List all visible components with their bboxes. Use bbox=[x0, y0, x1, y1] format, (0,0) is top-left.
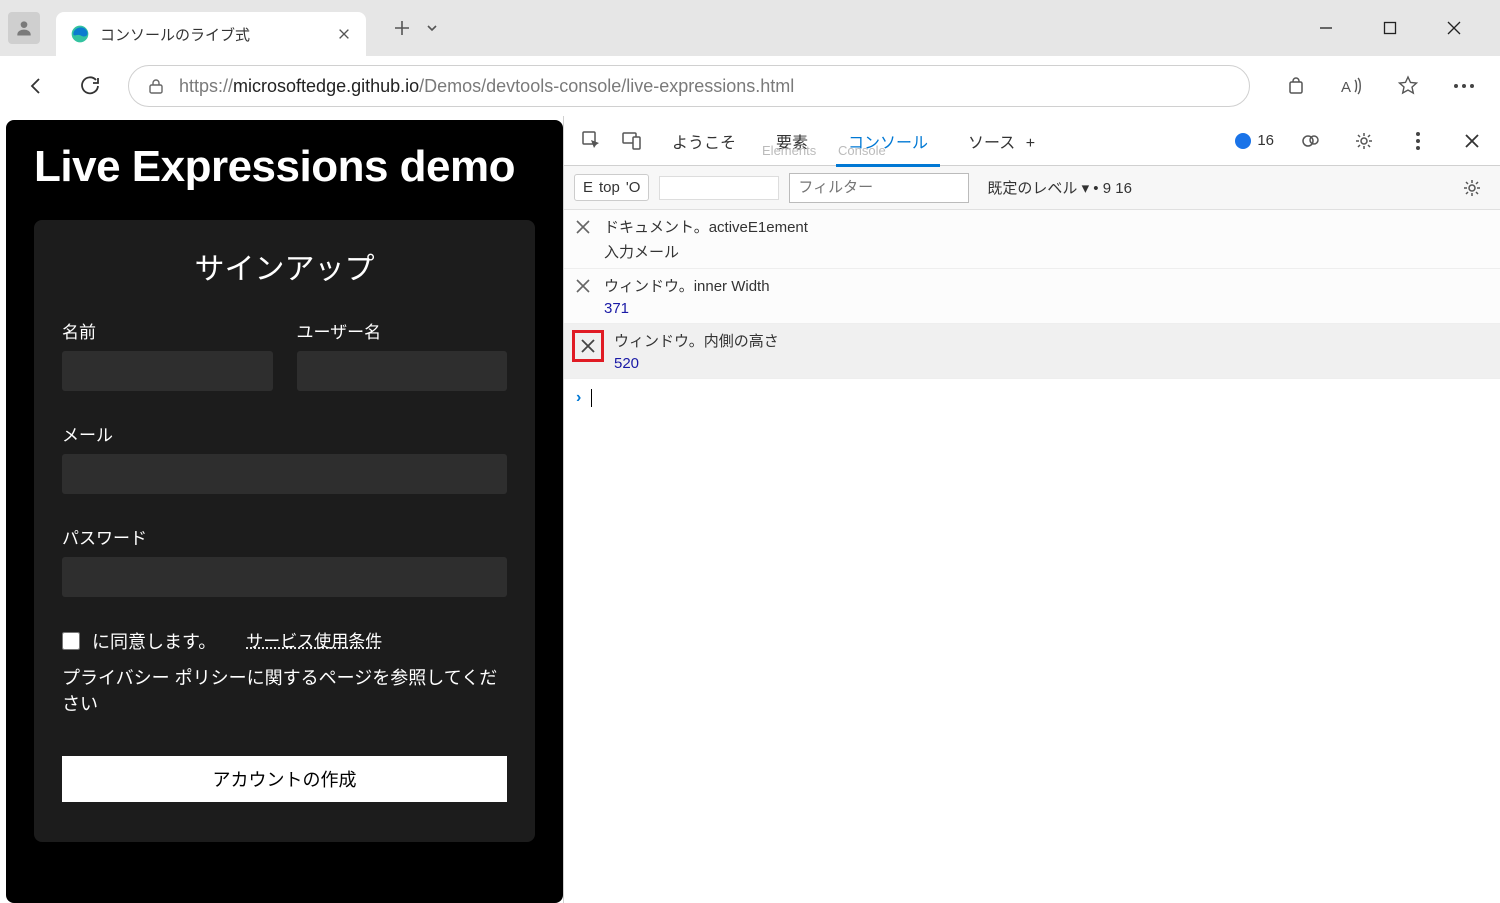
context-selector[interactable]: E top 'O bbox=[574, 174, 649, 201]
remove-expression-button[interactable] bbox=[572, 216, 594, 238]
back-button[interactable] bbox=[20, 70, 52, 102]
read-aloud-icon[interactable]: A bbox=[1336, 70, 1368, 102]
profile-button[interactable] bbox=[8, 12, 40, 44]
username-label: ユーザー名 bbox=[297, 318, 508, 343]
create-account-button[interactable]: アカウントの作成 bbox=[62, 756, 507, 802]
tab-sources[interactable]: ソース + bbox=[950, 125, 1053, 157]
expression-value: 入力メール bbox=[604, 241, 808, 262]
refresh-button[interactable] bbox=[74, 70, 106, 102]
url-text: https://microsoftedge.github.io/Demos/de… bbox=[179, 76, 794, 97]
expression-text[interactable]: ウィンドウ。inner Width bbox=[604, 275, 770, 296]
password-input[interactable] bbox=[62, 557, 507, 597]
agree-label: に同意します。 bbox=[92, 628, 216, 654]
live-expressions-list: ドキュメント。activeE1ement 入力メール ウィンドウ。inner W… bbox=[564, 210, 1500, 379]
live-expression-row: ドキュメント。activeE1ement 入力メール bbox=[564, 210, 1500, 269]
inspect-element-button[interactable] bbox=[574, 123, 610, 159]
svg-text:A: A bbox=[1341, 79, 1351, 96]
expression-text[interactable]: ドキュメント。activeE1ement bbox=[604, 216, 808, 237]
email-input[interactable] bbox=[62, 454, 507, 494]
titlebar: コンソールのライブ式 bbox=[0, 0, 1500, 56]
eye-button[interactable] bbox=[659, 176, 779, 200]
expression-value: 520 bbox=[614, 355, 779, 372]
name-input[interactable] bbox=[62, 351, 273, 391]
filter-input[interactable] bbox=[789, 173, 969, 203]
console-settings-button[interactable] bbox=[1454, 170, 1490, 206]
issues-counter[interactable]: 16 bbox=[1235, 132, 1274, 149]
browser-tab[interactable]: コンソールのライブ式 bbox=[56, 12, 366, 56]
remove-expression-button[interactable] bbox=[577, 335, 599, 357]
remove-expression-button[interactable] bbox=[572, 275, 594, 297]
close-window-button[interactable] bbox=[1440, 14, 1468, 42]
highlighted-remove-button bbox=[572, 330, 604, 362]
log-levels-selector[interactable]: 既定のレベル ▾ • 9 16 bbox=[987, 177, 1132, 198]
feedback-button[interactable] bbox=[1292, 123, 1328, 159]
console-toolbar: E top 'O 既定のレベル ▾ • 9 16 bbox=[564, 166, 1500, 210]
lock-icon bbox=[147, 77, 165, 95]
minimize-button[interactable] bbox=[1312, 14, 1340, 42]
console-prompt[interactable]: › bbox=[564, 379, 1500, 417]
device-toggle-button[interactable] bbox=[614, 123, 650, 159]
form-title: サインアップ bbox=[62, 244, 507, 288]
favorite-icon[interactable] bbox=[1392, 70, 1424, 102]
address-actions: A bbox=[1272, 70, 1480, 102]
tab-elements[interactable]: Elements 要素 bbox=[758, 125, 826, 157]
maximize-button[interactable] bbox=[1376, 14, 1404, 42]
username-input[interactable] bbox=[297, 351, 508, 391]
devtools-panel: ようこそ Elements 要素 Console コンソール ソース + 16 bbox=[563, 116, 1500, 903]
more-menu-button[interactable] bbox=[1448, 70, 1480, 102]
edge-favicon-icon bbox=[70, 24, 90, 44]
agree-checkbox[interactable] bbox=[62, 632, 80, 650]
tos-link[interactable]: サービス使用条件 bbox=[246, 627, 382, 654]
settings-button[interactable] bbox=[1346, 123, 1382, 159]
shopping-icon[interactable] bbox=[1280, 70, 1312, 102]
devtools-more-button[interactable] bbox=[1400, 123, 1436, 159]
omnibox[interactable]: https://microsoftedge.github.io/Demos/de… bbox=[128, 65, 1250, 107]
tab-title: コンソールのライブ式 bbox=[100, 24, 326, 45]
live-expression-row: ウィンドウ。内側の高さ 520 bbox=[564, 324, 1500, 379]
tab-welcome[interactable]: ようこそ bbox=[654, 125, 754, 157]
tab-overflow-button[interactable] bbox=[418, 12, 446, 44]
devtools-tabs: ようこそ Elements 要素 Console コンソール ソース + 16 bbox=[564, 116, 1500, 166]
address-bar: https://microsoftedge.github.io/Demos/de… bbox=[0, 56, 1500, 116]
window-controls bbox=[1312, 14, 1492, 42]
expression-text[interactable]: ウィンドウ。内側の高さ bbox=[614, 330, 779, 351]
prompt-caret bbox=[591, 389, 592, 407]
password-label: パスワード bbox=[62, 524, 507, 549]
tab-console[interactable]: Console コンソール bbox=[830, 125, 946, 157]
signup-form: サインアップ 名前 ユーザー名 メール パスワード bbox=[34, 220, 535, 842]
issue-dot-icon bbox=[1235, 133, 1251, 149]
expression-value: 371 bbox=[604, 300, 770, 317]
prompt-chevron-icon: › bbox=[576, 389, 581, 407]
page-heading: Live Expressions demo bbox=[34, 142, 535, 192]
tab-close-button[interactable] bbox=[336, 26, 352, 42]
new-tab-button[interactable] bbox=[386, 12, 418, 44]
email-label: メール bbox=[62, 421, 507, 446]
content-area: Live Expressions demo サインアップ 名前 ユーザー名 メー… bbox=[0, 116, 1500, 903]
devtools-close-button[interactable] bbox=[1454, 123, 1490, 159]
name-label: 名前 bbox=[62, 318, 273, 343]
demo-page: Live Expressions demo サインアップ 名前 ユーザー名 メー… bbox=[6, 120, 563, 903]
live-expression-row: ウィンドウ。inner Width 371 bbox=[564, 269, 1500, 324]
privacy-text: プライバシー ポリシーに関するページを参照してください bbox=[62, 664, 507, 716]
